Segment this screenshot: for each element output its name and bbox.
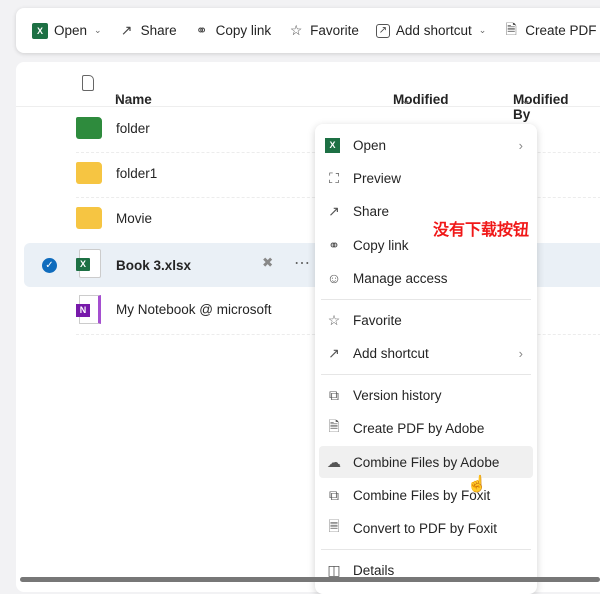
chevron-down-icon: ⌄ — [94, 25, 102, 35]
menu-item-combine-adobe[interactable]: ☁ Combine Files by Adobe — [319, 446, 533, 478]
menu-item-open[interactable]: X Open › — [319, 129, 533, 161]
preview-icon: ⛶ — [329, 169, 339, 186]
annotation-text: 没有下载按钮 — [433, 220, 530, 239]
copy-link-button[interactable]: ⚭ Copy link — [194, 22, 271, 39]
details-icon: ◫ — [327, 561, 341, 578]
excel-file-icon: X — [76, 249, 101, 278]
menu-divider — [321, 374, 531, 375]
share-button[interactable]: ↗ Share — [119, 22, 177, 39]
onenote-file-icon: N — [76, 295, 101, 324]
horizontal-scrollbar[interactable] — [20, 577, 600, 582]
link-icon: ⚭ — [195, 22, 208, 38]
chevron-down-icon: ⌄ — [122, 92, 134, 107]
menu-item-manage-access[interactable]: ☺ Manage access — [319, 262, 533, 294]
chevron-down-icon: ⌄ — [400, 92, 412, 107]
column-header: Name ↑ ⌄ Modified ⌄ Modified By ⌄ — [16, 62, 600, 122]
create-pdf-icon: 🗎 — [505, 20, 517, 37]
add-shortcut-button[interactable]: ↗ Add shortcut ⌄ — [375, 23, 487, 38]
person-icon: ☺ — [326, 270, 342, 286]
chevron-right-icon: › — [518, 137, 523, 153]
open-button[interactable]: X Open ⌄ — [32, 22, 102, 39]
link-icon: ⚭ — [328, 236, 340, 253]
file-type-icon — [82, 75, 94, 91]
menu-item-combine-foxit[interactable]: ⧉ Combine Files by Foxit — [319, 479, 533, 511]
combine-foxit-icon: ⧉ — [329, 486, 339, 503]
menu-item-add-shortcut[interactable]: ↗ Add shortcut › — [319, 337, 533, 369]
shared-folder-icon — [76, 207, 102, 229]
checked-icon[interactable]: ✓ — [42, 258, 57, 273]
hand-cursor-icon: ☝ — [467, 476, 487, 493]
chevron-down-icon: ⌄ — [478, 25, 487, 35]
sort-up-icon: ↑ — [115, 92, 121, 104]
excel-icon: X — [32, 22, 48, 39]
combine-icon: ☁ — [327, 453, 341, 470]
context-menu: X Open › ⛶ Preview ↗ Share ⚭ Copy link ☺ Manag… — [315, 124, 537, 594]
star-icon: ☆ — [327, 311, 341, 328]
command-bar: X Open ⌄ ↗ Share ⚭ Copy link ☆ Favorite ↗ Add … — [16, 8, 600, 53]
pin-icon[interactable]: ✖ — [262, 255, 273, 271]
menu-item-convert-foxit[interactable]: 🗏 Convert to PDF by Foxit — [319, 512, 533, 544]
shortcut-icon: ↗ — [375, 23, 390, 38]
shared-folder-icon — [76, 117, 102, 139]
create-pdf-button[interactable]: 🗎 Create PDF b — [503, 20, 600, 39]
menu-item-version-history[interactable]: ⧉ Version history — [319, 379, 533, 411]
favorite-button[interactable]: ☆ Favorite — [288, 22, 359, 39]
chevron-right-icon: › — [518, 345, 523, 361]
more-options-icon[interactable]: ⋯ — [294, 253, 310, 273]
shortcut-icon: ↗ — [328, 344, 340, 361]
menu-divider — [321, 549, 531, 550]
menu-item-preview[interactable]: ⛶ Preview — [319, 162, 533, 194]
chevron-down-icon: ⌄ — [520, 92, 532, 107]
share-icon: ↗ — [328, 202, 340, 219]
create-pdf-icon: 🗎 — [328, 418, 340, 434]
menu-divider — [321, 299, 531, 300]
shared-folder-icon — [76, 162, 102, 184]
convert-icon: 🗏 — [328, 518, 340, 534]
star-icon: ☆ — [289, 22, 303, 38]
menu-item-favorite[interactable]: ☆ Favorite — [319, 304, 533, 336]
share-icon: ↗ — [120, 22, 133, 38]
history-icon: ⧉ — [329, 386, 339, 403]
menu-item-create-pdf-adobe[interactable]: 🗎 Create PDF by Adobe — [319, 412, 533, 444]
excel-icon: X — [325, 137, 340, 153]
